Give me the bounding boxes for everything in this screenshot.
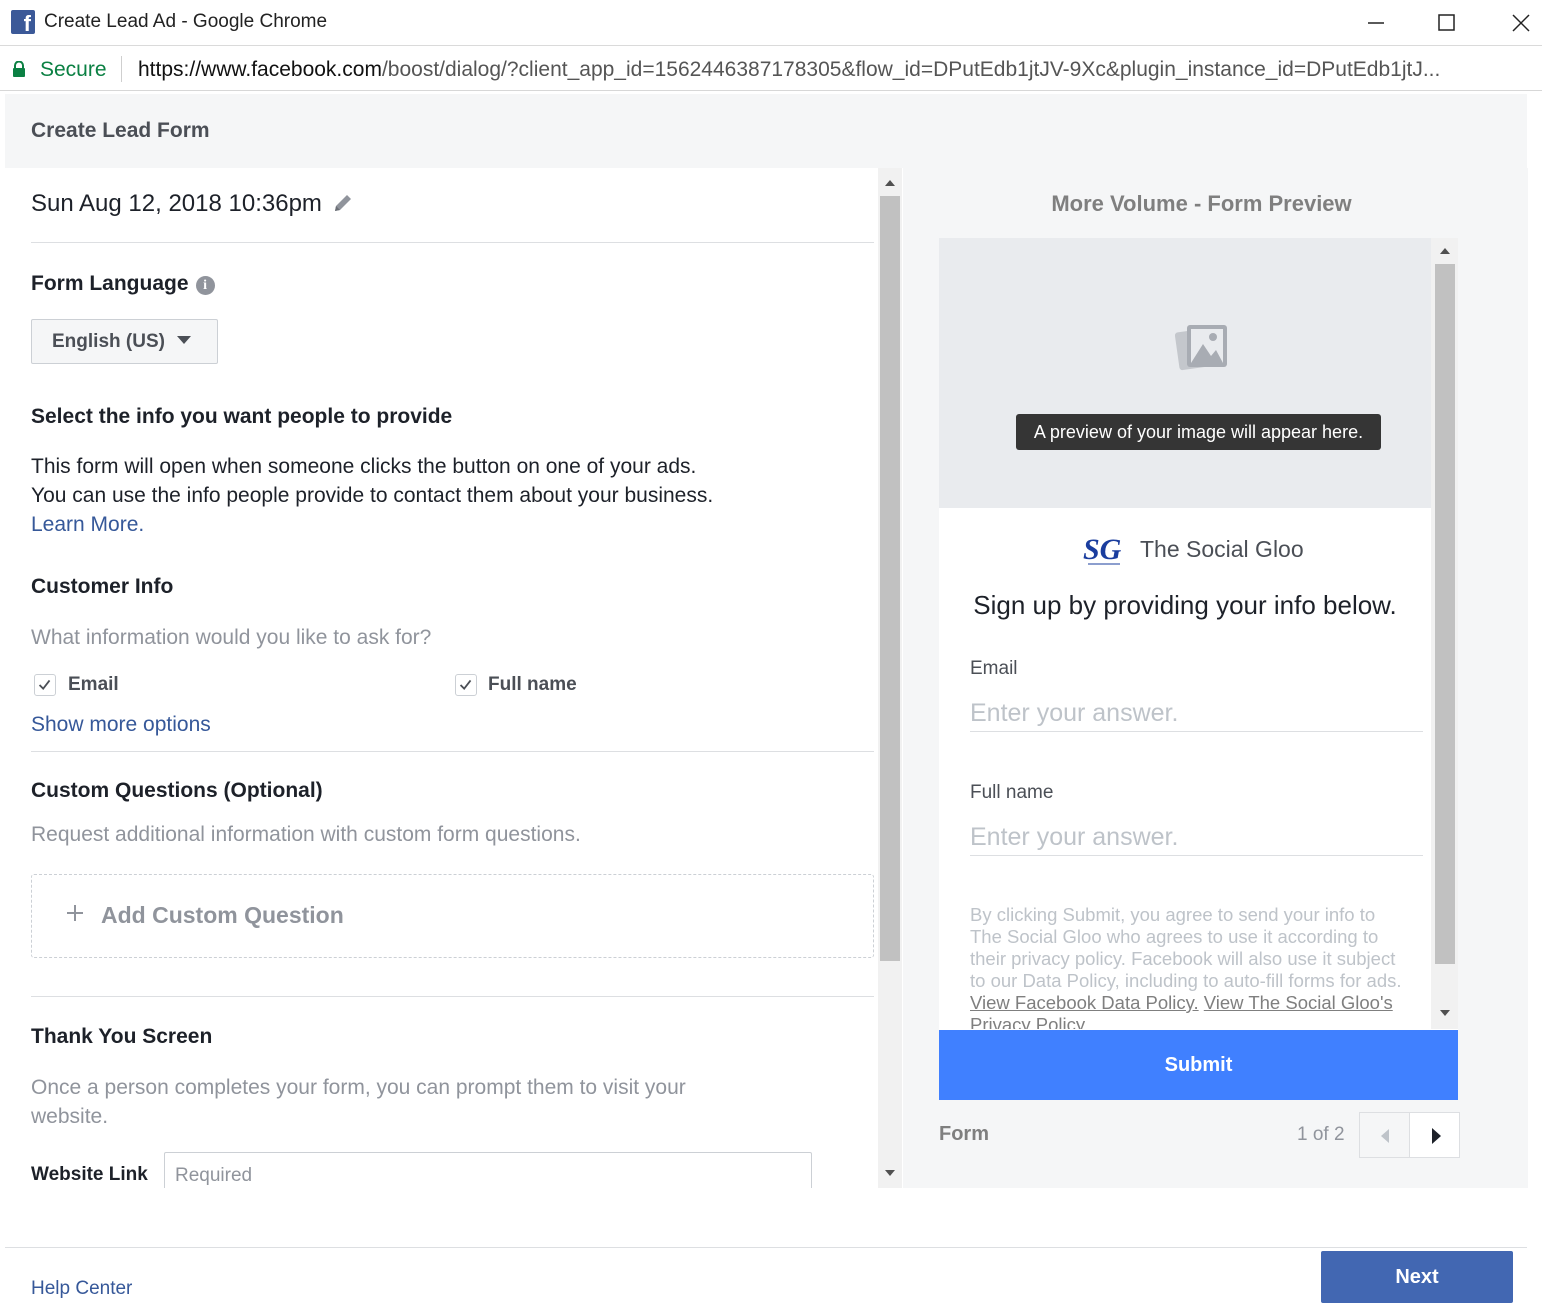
select-info-heading: Select the info you want people to provi… (31, 405, 453, 428)
custom-questions-heading: Custom Questions (Optional) (31, 779, 323, 802)
help-center-link[interactable]: Help Center (31, 1278, 132, 1300)
svg-text:SG: SG (1083, 533, 1122, 566)
form-language-heading: Form Language i (31, 272, 215, 296)
language-dropdown[interactable]: English (US) (31, 319, 218, 364)
footer-divider (5, 1247, 1527, 1248)
info-icon[interactable]: i (195, 276, 215, 295)
preview-scrollbar[interactable] (1431, 238, 1458, 1029)
maximize-icon[interactable] (1428, 8, 1464, 38)
select-info-line1: This form will open when someone clicks … (31, 455, 697, 478)
previous-page-button[interactable] (1359, 1112, 1410, 1158)
add-custom-question-button[interactable]: Add Custom Question (31, 874, 874, 958)
address-separator (121, 56, 122, 82)
thank-you-line2: website. (31, 1105, 109, 1128)
scroll-up-arrow-icon[interactable] (1440, 248, 1450, 254)
chevron-right-icon (1432, 1128, 1441, 1144)
next-button[interactable]: Next (1321, 1251, 1513, 1303)
scrollbar-thumb[interactable] (1435, 264, 1455, 964)
form-language-heading-text: Form Language (31, 272, 189, 295)
scrollbar-thumb[interactable] (880, 196, 900, 961)
minimize-icon[interactable] (1358, 8, 1394, 38)
customer-info-subtext: What information would you like to ask f… (31, 626, 432, 649)
image-preview-tooltip: A preview of your image will appear here… (1016, 414, 1381, 450)
email-checkbox-label: Email (68, 674, 119, 695)
select-info-description: This form will open when someone clicks … (31, 452, 713, 539)
privacy-disclaimer: By clicking Submit, you agree to send yo… (970, 904, 1410, 1029)
full-name-checkbox[interactable] (455, 674, 477, 696)
email-checkbox[interactable] (34, 674, 56, 696)
preview-content: A preview of your image will appear here… (939, 238, 1431, 1029)
preview-fullname-label: Full name (970, 782, 1054, 803)
thank-you-description: Once a person completes your form, you c… (31, 1073, 686, 1131)
left-pane-scrollbar[interactable] (878, 168, 902, 1188)
dialog-header: Create Lead Form (5, 94, 1527, 168)
url-host: https://www.facebook.com (138, 58, 382, 81)
scroll-down-arrow-icon[interactable] (885, 1170, 895, 1176)
form-preview-pane: More Volume - Form Preview A preview of … (903, 168, 1528, 1188)
pager-label: Form (939, 1123, 989, 1145)
preview-email-input[interactable] (970, 696, 1423, 732)
facebook-data-policy-link[interactable]: View Facebook Data Policy. (970, 992, 1199, 1013)
pager-count: 1 of 2 (1297, 1124, 1345, 1145)
scroll-down-arrow-icon[interactable] (1440, 1010, 1450, 1016)
divider (31, 242, 874, 243)
disclaimer-text: By clicking Submit, you agree to send yo… (970, 904, 1402, 991)
next-page-button[interactable] (1409, 1112, 1460, 1158)
caret-down-icon (176, 336, 191, 344)
customer-info-heading: Customer Info (31, 575, 174, 598)
pencil-icon[interactable] (332, 192, 354, 214)
custom-questions-subtext: Request additional information with cust… (31, 823, 581, 846)
url-text[interactable]: https://www.facebook.com/boost/dialog/?c… (138, 58, 1538, 82)
social-gloo-logo-icon: SG (1083, 533, 1122, 566)
full-name-checkbox-label: Full name (488, 674, 577, 695)
form-name-text: Sun Aug 12, 2018 10:36pm (31, 190, 322, 217)
address-bar[interactable]: Secure https://www.facebook.com/boost/di… (0, 47, 1542, 91)
signup-text: Sign up by providing your info below. (973, 590, 1397, 620)
learn-more-link[interactable]: Learn More. (31, 510, 713, 539)
image-icon (1175, 325, 1227, 371)
select-info-line2: You can use the info people provide to c… (31, 484, 714, 507)
facebook-favicon-icon: f (11, 10, 35, 34)
form-name: Sun Aug 12, 2018 10:36pm (31, 190, 354, 218)
window-title: Create Lead Ad - Google Chrome (44, 11, 328, 32)
divider (31, 751, 874, 752)
plus-icon (67, 905, 83, 921)
divider (31, 996, 874, 997)
secure-label: Secure (40, 58, 107, 81)
scroll-up-arrow-icon[interactable] (885, 180, 895, 186)
customer-fields: Email Full name (31, 674, 874, 698)
brand-row: SG The Social Gloo (939, 532, 1431, 572)
preview-frame: A preview of your image will appear here… (939, 238, 1458, 1100)
window-titlebar: f Create Lead Ad - Google Chrome (0, 0, 1542, 46)
show-more-options-link[interactable]: Show more options (31, 710, 211, 739)
url-path: /boost/dialog/?client_app_id=15624463871… (381, 58, 1441, 81)
thank-you-line1: Once a person completes your form, you c… (31, 1076, 686, 1099)
check-icon (38, 679, 51, 691)
image-placeholder: A preview of your image will appear here… (939, 238, 1431, 508)
lock-icon (13, 61, 25, 77)
language-selected: English (US) (52, 331, 165, 352)
form-settings-pane: Sun Aug 12, 2018 10:36pm Form Language i … (5, 168, 903, 1188)
chevron-left-icon (1381, 1129, 1389, 1143)
dialog-title: Create Lead Form (31, 119, 210, 142)
check-icon (459, 679, 472, 691)
website-link-label: Website Link (31, 1164, 148, 1185)
add-custom-question-label: Add Custom Question (101, 902, 344, 928)
preview-fullname-input[interactable] (970, 820, 1423, 856)
thank-you-heading: Thank You Screen (31, 1025, 213, 1048)
website-link-input[interactable] (164, 1152, 812, 1188)
brand-name: The Social Gloo (1140, 536, 1304, 562)
submit-button[interactable]: Submit (939, 1030, 1458, 1100)
preview-email-label: Email (970, 658, 1018, 679)
close-icon[interactable] (1503, 8, 1539, 38)
preview-title: More Volume - Form Preview (1051, 191, 1352, 216)
